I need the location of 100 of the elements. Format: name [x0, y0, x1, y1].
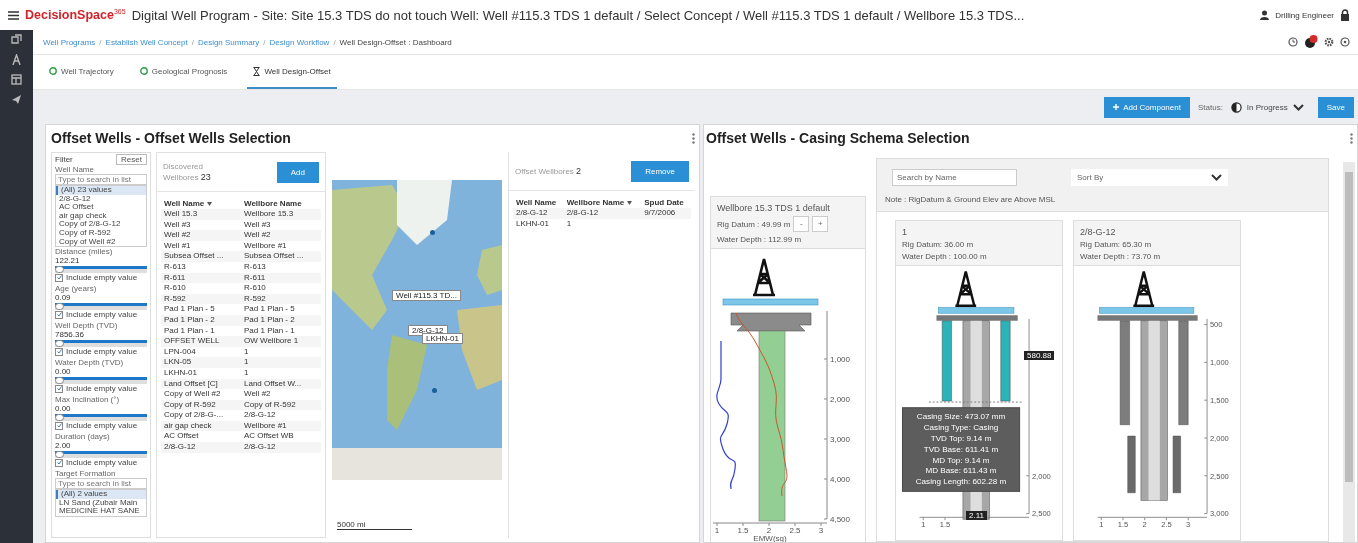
slider-track[interactable] — [55, 377, 147, 385]
zoom-button[interactable]: - — [793, 216, 810, 232]
slider-track[interactable] — [55, 414, 147, 422]
wellbore-card[interactable]: 2/8-G-12 Rig Datum: 65.30 m Water Depth : 73.70 m 500 1,000 1,500 2,000 2,500 3,000 1 1.5 2 2.5 3 — [1073, 220, 1241, 541]
column-header[interactable]: Wellbore Name — [563, 197, 642, 208]
column-header[interactable]: Well Name — [161, 198, 241, 209]
axis-title: EMW(sg) — [753, 534, 787, 542]
derrick-icon[interactable] — [11, 54, 22, 65]
menu-icon[interactable] — [8, 10, 19, 20]
list-option[interactable]: MEDICINE HAT SANE — [56, 507, 146, 516]
filter-label: Target Formation — [55, 469, 117, 479]
slider-thumb[interactable] — [55, 451, 64, 459]
more-icon[interactable] — [1350, 132, 1353, 144]
search-field[interactable]: Type to search in list — [55, 174, 147, 185]
save-button[interactable]: Save — [1317, 96, 1354, 118]
slider-track[interactable] — [55, 451, 147, 459]
more-icon[interactable] — [692, 132, 695, 144]
notification-icon[interactable] — [1304, 35, 1318, 49]
search-field[interactable]: Search by Name — [892, 169, 1017, 186]
table-cell: Well #1 — [161, 240, 241, 252]
checkbox-label: Include empty value — [66, 310, 138, 320]
table-cell: OW Wellbore 1 — [241, 336, 321, 347]
scrollbar[interactable] — [1343, 162, 1355, 542]
slider-track[interactable] — [55, 303, 147, 311]
breadcrumb-link[interactable]: Design Summary — [197, 37, 260, 47]
slider-thumb[interactable] — [55, 377, 64, 385]
table-cell: 2/8-G-12 — [241, 442, 321, 453]
table-cell: R-611 — [161, 272, 241, 284]
table-cell: Copy of R-592 — [161, 399, 241, 411]
filter-value: 0.09 — [55, 293, 72, 303]
column-header[interactable]: Wellbore Name — [241, 198, 321, 209]
panel-icon[interactable] — [11, 74, 22, 85]
add-component-button[interactable]: Add Component — [1104, 96, 1190, 118]
slider-thumb[interactable] — [55, 303, 64, 311]
slider-thumb[interactable] — [55, 340, 64, 348]
checkbox[interactable] — [55, 273, 63, 282]
lock-icon[interactable] — [1340, 9, 1350, 21]
settings-icon[interactable] — [1324, 37, 1334, 47]
zoom-button[interactable]: + — [812, 216, 829, 232]
list-option[interactable]: 2/8-G-12 — [56, 194, 146, 204]
tick-label: 2,000 — [1209, 433, 1229, 443]
sort-dropdown[interactable]: Sort By — [1071, 169, 1228, 186]
tick-label: 1.5 — [939, 519, 951, 529]
layers-icon[interactable] — [11, 34, 22, 45]
workflow-tab[interactable]: Well Trajectory — [43, 55, 120, 89]
tick-label: 2 — [766, 526, 772, 535]
checkbox-label: Include empty value — [66, 458, 138, 468]
slider-thumb[interactable] — [55, 266, 64, 274]
checkbox-label: Include empty value — [66, 273, 138, 283]
list-option[interactable]: Copy of 2/8-G-12 — [56, 220, 146, 229]
checkbox[interactable] — [55, 421, 63, 430]
checkbox[interactable] — [55, 347, 63, 356]
slider-thumb[interactable] — [55, 414, 64, 422]
breadcrumb-current: Well Design-Offset : Dashboard — [339, 37, 452, 47]
table-cell: Wellbore #1 — [241, 240, 321, 252]
checkbox[interactable] — [55, 458, 63, 467]
list-option[interactable]: AC Offset — [56, 203, 146, 212]
search-field[interactable]: Type to search in list — [55, 478, 147, 490]
rig-datum: Rig Datum: 65.30 m — [1080, 240, 1153, 249]
panel-title: Offset Wells - Casing Schema Selection — [706, 130, 970, 146]
workflow-tab[interactable]: Geological Prognosis — [133, 55, 234, 89]
reset-button[interactable]: Reset — [116, 154, 147, 165]
scrollbar-thumb[interactable] — [1345, 172, 1353, 482]
add-button[interactable]: Add — [276, 161, 319, 183]
table-cell: R-610 — [241, 283, 321, 294]
map-pin[interactable] — [432, 388, 437, 393]
circle-icon[interactable] — [1340, 37, 1350, 47]
sort-icon[interactable] — [206, 202, 212, 206]
table-cell: Land Offset W... — [241, 378, 321, 390]
sort-icon[interactable] — [626, 201, 632, 205]
map-label: LKHN-01 — [422, 333, 463, 344]
list-option[interactable]: (All) 2 values — [56, 490, 146, 499]
table-cell: AC Offset WB — [241, 431, 321, 443]
user-name[interactable]: Drilling Engineer — [1275, 10, 1334, 20]
slider-track[interactable] — [55, 266, 147, 274]
column-header[interactable]: Well Name — [513, 197, 564, 208]
tick-label: 3,000 — [830, 435, 851, 444]
list-option[interactable]: air gap check — [56, 211, 146, 221]
list-option[interactable]: Copy of Well #2 — [56, 237, 146, 247]
list-option[interactable]: LN Sand (Zubair Main — [56, 498, 146, 508]
map-pin[interactable] — [430, 230, 435, 235]
status-dropdown[interactable]: In Progress — [1230, 101, 1310, 113]
slider-track[interactable] — [55, 340, 147, 348]
map-label: Well #115.3 TD... — [392, 290, 461, 301]
breadcrumb-link[interactable]: Establish Well Concept — [105, 37, 188, 47]
tick-label: 2,000 — [1031, 471, 1051, 481]
send-icon[interactable] — [11, 94, 22, 105]
breadcrumb-link[interactable]: Well Programs — [43, 37, 96, 47]
tick-label: 2.5 — [1161, 519, 1172, 529]
remove-button[interactable]: Remove — [631, 160, 689, 182]
plus-icon — [1113, 104, 1120, 110]
list-option[interactable]: (All) 23 values — [56, 186, 146, 195]
checkbox[interactable] — [55, 384, 63, 393]
list-option[interactable]: Copy of R-592 — [56, 228, 146, 238]
map[interactable]: Well #115.3 TD... 2/8-G-12 LKHN-01 — [332, 180, 502, 480]
wellbore-card[interactable] — [895, 220, 1063, 541]
breadcrumb-link[interactable]: Design Workflow — [269, 37, 330, 47]
checkbox[interactable] — [55, 310, 63, 319]
column-header[interactable]: Spud Date — [641, 197, 691, 208]
clock-icon[interactable] — [1288, 37, 1298, 47]
